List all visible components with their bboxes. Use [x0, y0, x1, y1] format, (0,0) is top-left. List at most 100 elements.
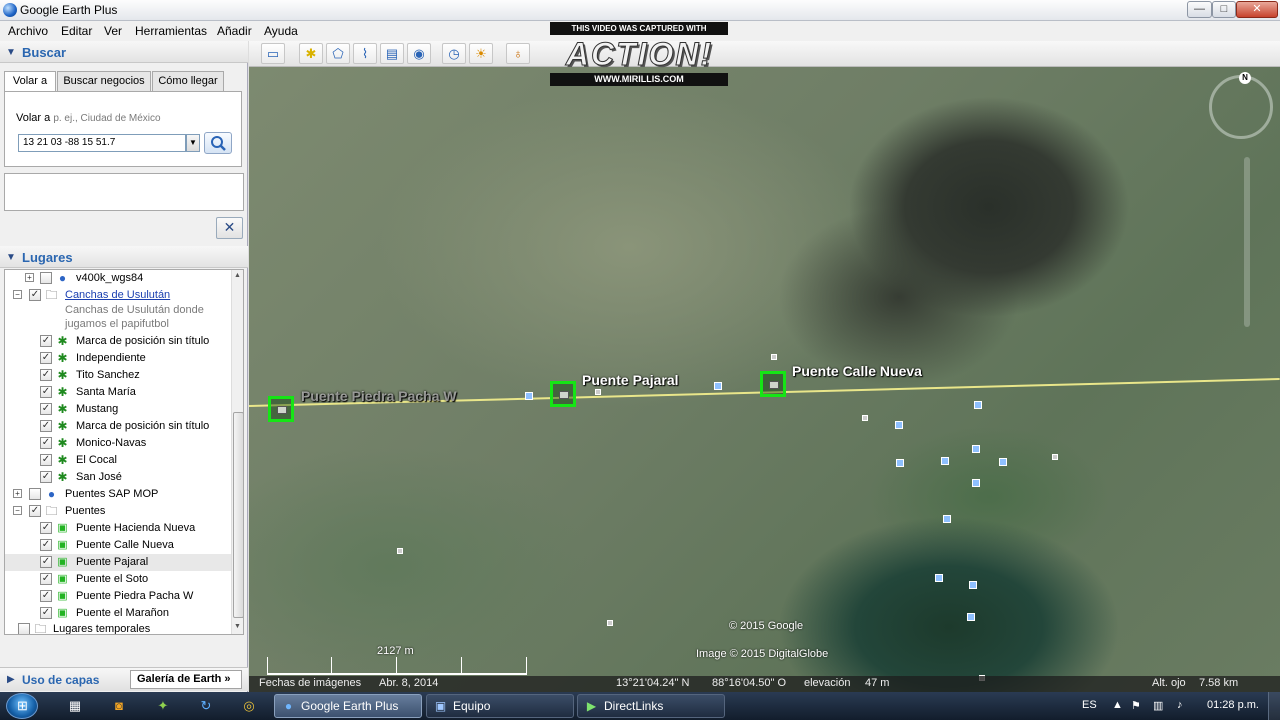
menu-editar[interactable]: Editar: [61, 24, 92, 38]
maximize-button[interactable]: □: [1212, 1, 1236, 18]
task-directlinks[interactable]: ▶ DirectLinks: [577, 694, 725, 718]
tree-item-placemark[interactable]: ✓ ✱ Santa María: [5, 384, 231, 401]
tab-directions[interactable]: Cómo llegar: [152, 71, 224, 91]
menu-ayuda[interactable]: Ayuda: [264, 24, 298, 38]
task-google-earth[interactable]: ● Google Earth Plus: [274, 694, 422, 718]
history-dropdown-arrow-icon[interactable]: ▼: [186, 134, 200, 152]
tree-folder-puentes[interactable]: − ✓ 🗀 Puentes: [5, 503, 231, 520]
tree-item-bridge[interactable]: ✓ ▣ Puente Calle Nueva: [5, 537, 231, 554]
checkbox[interactable]: ✓: [40, 607, 52, 619]
flag-icon[interactable]: ⚑: [1131, 699, 1141, 712]
poi-marker[interactable]: [862, 415, 868, 421]
poi-marker[interactable]: [967, 613, 975, 621]
menu-herramientas[interactable]: Herramientas: [135, 24, 207, 38]
sidebar-toggle-icon[interactable]: ▭: [261, 43, 285, 64]
map-view[interactable]: Puente Piedra Pacha W Puente Pajaral Pue…: [249, 67, 1280, 692]
poi-marker[interactable]: [943, 515, 951, 523]
tree-item-placemark[interactable]: ✓ ✱ Marca de posición sin título: [5, 418, 231, 435]
add-image-overlay-icon[interactable]: ▤: [380, 43, 404, 64]
start-button[interactable]: ⊞: [6, 693, 38, 719]
explorer-icon[interactable]: ▦: [66, 697, 84, 715]
earth-gallery-button[interactable]: Galería de Earth »: [130, 670, 242, 689]
checkbox[interactable]: [18, 623, 30, 634]
checkbox[interactable]: ✓: [40, 556, 52, 568]
north-indicator[interactable]: N: [1239, 72, 1251, 84]
scroll-down-arrow-icon[interactable]: ▼: [234, 623, 241, 630]
poi-marker[interactable]: [714, 382, 722, 390]
add-path-icon[interactable]: ⌇: [353, 43, 377, 64]
tree-item-placemark[interactable]: ✓ ✱ El Cocal: [5, 452, 231, 469]
checkbox[interactable]: ✓: [40, 471, 52, 483]
collapse-icon[interactable]: −: [13, 506, 22, 515]
expand-icon[interactable]: +: [25, 273, 34, 282]
checkbox[interactable]: ✓: [40, 590, 52, 602]
bridge-marker-calle-nueva[interactable]: [760, 371, 786, 397]
volume-icon[interactable]: ♪: [1177, 699, 1183, 711]
places-scrollbar[interactable]: ▲ ▼: [231, 270, 243, 634]
places-section-header[interactable]: ▼ Lugares: [0, 246, 248, 268]
expand-icon[interactable]: +: [13, 489, 22, 498]
search-results-box[interactable]: [4, 173, 244, 211]
checkbox[interactable]: [40, 272, 52, 284]
planets-icon[interactable]: ♁: [506, 43, 530, 64]
layers-section-title[interactable]: Uso de capas: [22, 673, 99, 687]
tree-item-temporary-places[interactable]: 🗀 Lugares temporales: [5, 621, 231, 634]
zoom-slider[interactable]: [1244, 157, 1250, 327]
collapse-icon[interactable]: −: [13, 290, 22, 299]
close-window-button[interactable]: ✕: [1236, 1, 1278, 18]
minimize-button[interactable]: —: [1187, 1, 1212, 18]
tree-item-bridge[interactable]: ✓ ▣ Puente Piedra Pacha W: [5, 588, 231, 605]
tab-find-businesses[interactable]: Buscar negocios: [57, 71, 151, 91]
tree-item-placemark[interactable]: ✓ ✱ Tito Sanchez: [5, 367, 231, 384]
show-desktop-button[interactable]: [1268, 692, 1280, 720]
poi-marker[interactable]: [969, 581, 977, 589]
clear-search-button[interactable]: ✕: [216, 217, 243, 239]
poi-marker[interactable]: [896, 459, 904, 467]
tree-item-placemark[interactable]: ✓ ✱ Mustang: [5, 401, 231, 418]
poi-marker[interactable]: [974, 401, 982, 409]
historical-imagery-icon[interactable]: ◷: [442, 43, 466, 64]
poi-marker[interactable]: [941, 457, 949, 465]
chrome-icon[interactable]: ◎: [240, 697, 258, 715]
checkbox[interactable]: ✓: [40, 386, 52, 398]
tree-item-bridge[interactable]: ✓ ▣ Puente el Marañon: [5, 605, 231, 622]
fly-to-input[interactable]: 13 21 03 -88 15 51.7: [18, 134, 186, 152]
poi-marker[interactable]: [895, 421, 903, 429]
poi-marker[interactable]: [1052, 454, 1058, 460]
checkbox[interactable]: ✓: [40, 573, 52, 585]
tree-item-placemark[interactable]: ✓ ✱ Independiente: [5, 350, 231, 367]
expand-triangle-icon[interactable]: ▶: [7, 674, 15, 685]
tree-item-placemark[interactable]: ✓ ✱ Monico-Navas: [5, 435, 231, 452]
poi-marker[interactable]: [771, 354, 777, 360]
poi-marker[interactable]: [972, 445, 980, 453]
checkbox[interactable]: ✓: [40, 539, 52, 551]
search-section-header[interactable]: ▼ Buscar: [0, 41, 248, 63]
checkbox[interactable]: ✓: [40, 454, 52, 466]
tree-item-v400k[interactable]: + ● v400k_wgs84: [5, 270, 231, 287]
tree-item-label[interactable]: Canchas de Usulután: [65, 289, 170, 301]
poi-marker[interactable]: [525, 392, 533, 400]
poi-marker[interactable]: [595, 389, 601, 395]
tree-item-bridge[interactable]: ✓ ▣ Puente el Soto: [5, 571, 231, 588]
checkbox[interactable]: ✓: [40, 437, 52, 449]
menu-archivo[interactable]: Archivo: [8, 24, 48, 38]
office-icon[interactable]: ◙: [110, 697, 128, 715]
network-icon[interactable]: ▥: [1153, 699, 1163, 712]
task-equipo[interactable]: ▣ Equipo: [426, 694, 574, 718]
add-polygon-icon[interactable]: ⬠: [326, 43, 350, 64]
checkbox[interactable]: [29, 488, 41, 500]
checkbox[interactable]: ✓: [29, 289, 41, 301]
clock[interactable]: 01:28 p.m.: [1207, 699, 1259, 711]
record-tour-icon[interactable]: ◉: [407, 43, 431, 64]
checkbox[interactable]: ✓: [40, 522, 52, 534]
tree-folder-canchas[interactable]: − ✓ 🗀 Canchas de Usulután: [5, 287, 231, 304]
search-button[interactable]: [204, 132, 232, 154]
add-placemark-icon[interactable]: ✱: [299, 43, 323, 64]
tree-item-placemark[interactable]: ✓ ✱ San José: [5, 469, 231, 486]
poi-marker[interactable]: [999, 458, 1007, 466]
tree-item-bridge[interactable]: ✓ ▣ Puente Hacienda Nueva: [5, 520, 231, 537]
checkbox[interactable]: ✓: [40, 335, 52, 347]
poi-marker[interactable]: [972, 479, 980, 487]
menu-anadir[interactable]: Añadir: [217, 24, 252, 38]
sunlight-icon[interactable]: ☀: [469, 43, 493, 64]
